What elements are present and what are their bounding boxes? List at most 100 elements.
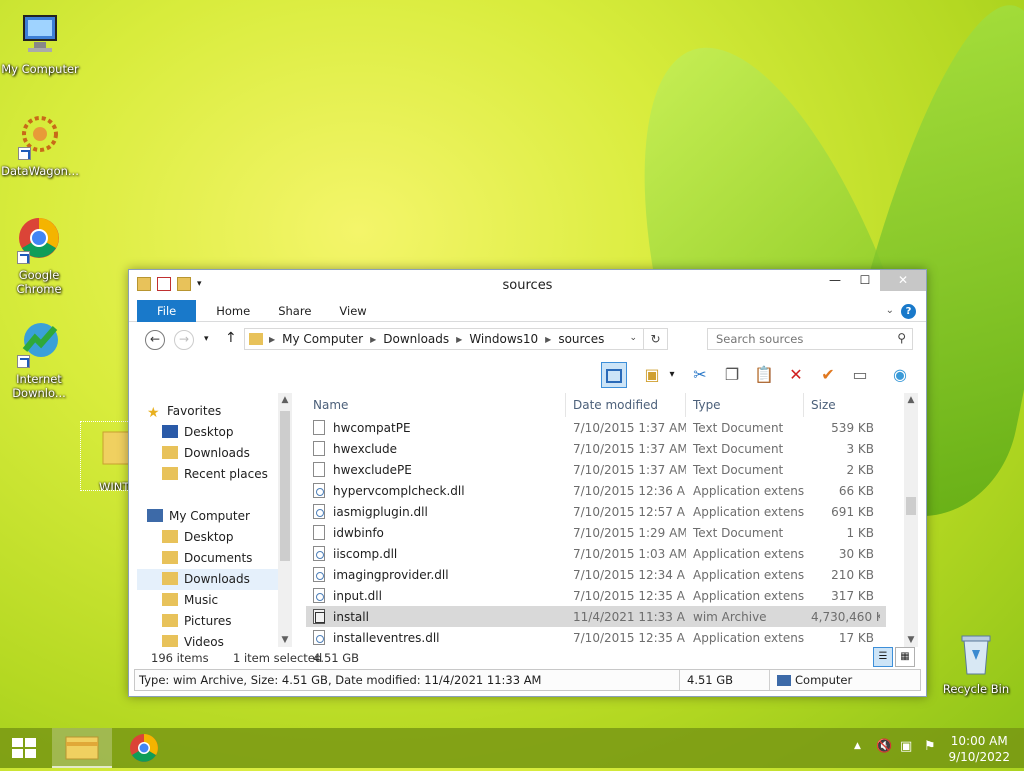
desktop-icon-my-computer[interactable]: My Computer — [0, 10, 80, 76]
nav-favorites[interactable]: ★ Favorites — [137, 401, 285, 422]
large-icons-view-button[interactable]: ▦ — [895, 647, 915, 667]
desktop-icon-datawagon[interactable]: DataWagon... — [0, 112, 80, 178]
up-button[interactable]: ↑ — [225, 330, 237, 346]
file-type: Application extens... — [693, 546, 804, 561]
volume-muted-icon[interactable]: 🔇 — [876, 739, 892, 754]
nav-item-desktop[interactable]: Desktop — [137, 422, 285, 443]
recent-locations-icon[interactable]: ▾ — [204, 334, 209, 344]
windows-logo-icon — [12, 738, 36, 758]
navigation-pane-scrollbar[interactable]: ▲ ▼ — [278, 393, 292, 647]
folder-options-dropdown-icon[interactable]: ▾ — [665, 362, 679, 388]
scroll-down-icon[interactable]: ▼ — [278, 635, 292, 645]
nav-item-downloads[interactable]: Downloads — [137, 569, 285, 590]
start-button[interactable] — [0, 728, 48, 768]
paste-icon[interactable]: 📋 — [751, 362, 777, 388]
file-row[interactable]: hwexclude 7/10/2015 1:37 AM Text Document 3… — [306, 438, 886, 459]
file-row[interactable]: iasmigplugin.dll 7/10/2015 12:57 AM Applic… — [306, 501, 886, 522]
nav-item-desktop[interactable]: Desktop — [137, 527, 285, 548]
desktop-icon-label: Recycle Bin — [942, 682, 1010, 696]
clock[interactable]: 10:00 AM 9/10/2022 — [948, 733, 1010, 765]
network-icon[interactable]: ▣ — [900, 739, 912, 754]
file-list-scrollbar[interactable]: ▲ ▼ — [904, 393, 918, 647]
file-row[interactable]: input.dll 7/10/2015 12:35 AM Application e… — [306, 585, 886, 606]
command-toolbar: ▣ ▾ ✂ ❐ 📋 ✕ ✔ ▭ ◉ — [129, 356, 926, 390]
chrome-icon — [15, 216, 63, 264]
file-size: 1 KB — [846, 525, 874, 540]
search-box[interactable]: ⚲ — [707, 328, 913, 350]
breadcrumb-windows10[interactable]: Windows10 — [464, 332, 543, 346]
breadcrumb-my-computer[interactable]: My Computer — [277, 332, 368, 346]
search-input[interactable] — [714, 330, 884, 348]
column-header-type[interactable]: Type — [686, 393, 804, 417]
file-name: hwexclude — [333, 442, 398, 456]
desktop-icon-win-folder[interactable]: WINT — [80, 421, 132, 491]
tab-home[interactable]: Home — [202, 300, 264, 322]
refresh-icon[interactable]: ↻ — [643, 329, 667, 349]
dll-file-icon — [313, 630, 325, 645]
expand-ribbon-icon[interactable]: ⌄ — [886, 305, 894, 316]
desktop-icon-internet-download-manager[interactable]: Internet Downlo... — [0, 320, 78, 400]
maximize-button[interactable]: ☐ — [850, 270, 880, 291]
close-button[interactable]: ✕ — [880, 270, 926, 291]
back-button[interactable]: ← — [145, 330, 165, 350]
copy-icon[interactable]: ❐ — [719, 362, 745, 388]
breadcrumb-separator-icon[interactable]: ▶ — [267, 335, 277, 344]
nav-item-recent-places[interactable]: Recent places — [137, 464, 285, 485]
breadcrumb-downloads[interactable]: Downloads — [378, 332, 454, 346]
scroll-thumb[interactable] — [280, 411, 290, 561]
scroll-down-icon[interactable]: ▼ — [904, 635, 918, 645]
nav-item-videos[interactable]: Videos — [137, 632, 285, 647]
delete-icon[interactable]: ✕ — [783, 362, 809, 388]
scroll-up-icon[interactable]: ▲ — [904, 395, 918, 405]
nav-item-documents[interactable]: Documents — [137, 548, 285, 569]
nav-item-downloads[interactable]: Downloads — [137, 443, 285, 464]
breadcrumb-separator-icon[interactable]: ▶ — [368, 335, 378, 344]
tab-file[interactable]: File — [137, 299, 197, 322]
file-row[interactable]: installeventres.dll 7/10/2015 12:35 AM App… — [306, 627, 886, 647]
videos-folder-icon — [162, 635, 178, 647]
forward-button[interactable]: → — [174, 330, 194, 350]
taskbar-chrome[interactable] — [114, 728, 174, 768]
desktop-icon-recycle-bin[interactable]: Recycle Bin — [936, 630, 1016, 696]
action-center-icon[interactable]: ⚑ — [924, 739, 936, 754]
desktop-icon-google-chrome[interactable]: Google Chrome — [0, 216, 78, 296]
scroll-up-icon[interactable]: ▲ — [278, 395, 292, 405]
address-bar[interactable]: ▶ My Computer ▶ Downloads ▶ Windows10 ▶ … — [244, 328, 668, 350]
file-row[interactable]: hwcompatPE 7/10/2015 1:37 AM Text Document… — [306, 417, 886, 438]
nav-item-pictures[interactable]: Pictures — [137, 611, 285, 632]
nav-my-computer[interactable]: My Computer — [137, 506, 285, 527]
file-row[interactable]: imagingprovider.dll 7/10/2015 12:34 AM App… — [306, 564, 886, 585]
help-icon[interactable]: ? — [901, 304, 916, 319]
file-type: Application extens... — [693, 567, 804, 582]
properties-check-icon[interactable]: ✔ — [815, 362, 841, 388]
show-hidden-icons-icon[interactable]: ▲ — [854, 741, 861, 751]
taskbar-file-explorer[interactable] — [52, 728, 112, 768]
file-row[interactable]: install 11/4/2021 11:33 AM wim Archive 4,73… — [306, 606, 886, 627]
rename-icon[interactable]: ▭ — [847, 362, 873, 388]
folder-options-icon[interactable]: ▣ — [639, 362, 665, 388]
file-row[interactable]: idwbinfo 7/10/2015 1:29 AM Text Document 1 … — [306, 522, 886, 543]
tab-view[interactable]: View — [325, 300, 380, 322]
file-row[interactable]: hwexcludePE 7/10/2015 1:37 AM Text Documen… — [306, 459, 886, 480]
cut-icon[interactable]: ✂ — [687, 362, 713, 388]
search-icon[interactable]: ⚲ — [897, 331, 906, 345]
nav-item-music[interactable]: Music — [137, 590, 285, 611]
shell-icon[interactable]: ◉ — [887, 362, 913, 388]
details-view-button[interactable]: ☰ — [873, 647, 893, 667]
column-header-date-modified[interactable]: Date modified — [566, 393, 686, 417]
file-type: Application extens... — [693, 504, 804, 519]
scroll-thumb[interactable] — [906, 497, 916, 515]
breadcrumb-separator-icon[interactable]: ▶ — [543, 335, 553, 344]
breadcrumb-sources[interactable]: sources — [553, 332, 609, 346]
breadcrumb-separator-icon[interactable]: ▶ — [454, 335, 464, 344]
file-row[interactable]: iiscomp.dll 7/10/2015 1:03 AM Application … — [306, 543, 886, 564]
column-header-size[interactable]: Size — [804, 393, 880, 417]
preview-pane-icon[interactable] — [601, 362, 627, 388]
file-row[interactable]: hypervcomplcheck.dll 7/10/2015 12:36 AM Ap… — [306, 480, 886, 501]
minimize-button[interactable]: — — [820, 270, 850, 291]
address-dropdown-icon[interactable]: ⌄ — [629, 333, 637, 343]
file-date: 7/10/2015 1:37 AM — [573, 462, 686, 477]
file-type: wim Archive — [693, 609, 767, 624]
tab-share[interactable]: Share — [264, 300, 325, 322]
download-manager-icon — [15, 320, 63, 368]
